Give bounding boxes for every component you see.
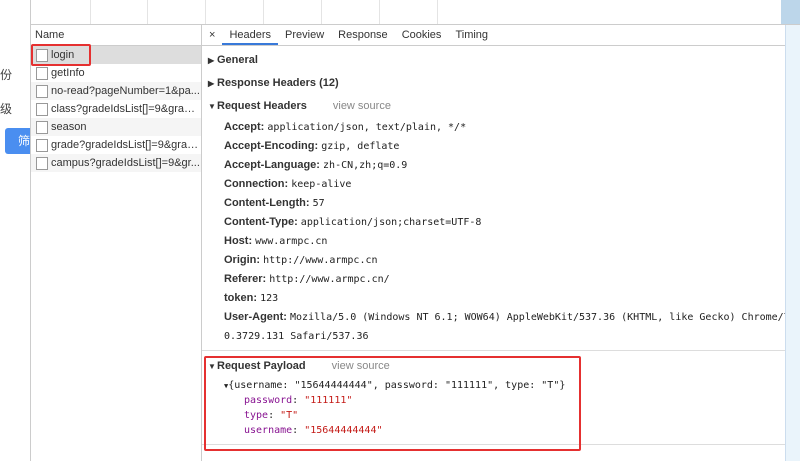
- section-title: Response Headers (12): [217, 77, 339, 89]
- tab-preview[interactable]: Preview: [278, 25, 331, 45]
- header-value: http://www.armpc.cn: [263, 255, 378, 266]
- highlight-box: [204, 356, 581, 451]
- section-response-headers[interactable]: ▶ Response Headers (12): [202, 72, 785, 95]
- file-icon: [36, 85, 48, 98]
- header-key: Referer:: [224, 273, 267, 285]
- file-icon: [36, 157, 48, 170]
- triangle-right-icon: ▶: [208, 79, 215, 88]
- page-label: 级: [0, 102, 13, 116]
- header-value: http://www.armpc.cn/: [269, 274, 390, 285]
- header-key: Host:: [224, 235, 253, 247]
- header-row: Referer: http://www.armpc.cn/: [202, 270, 785, 289]
- header-key: Origin:: [224, 254, 261, 266]
- header-key: Accept:: [224, 121, 265, 133]
- header-value: Mozilla/5.0 (Windows NT 6.1; WOW64) Appl…: [290, 312, 800, 323]
- file-icon: [36, 139, 48, 152]
- scrollbar-top[interactable]: [781, 0, 800, 24]
- header-row: Host: www.armpc.cn: [202, 232, 785, 251]
- request-row[interactable]: getInfo: [31, 64, 201, 82]
- triangle-right-icon: ▶: [208, 56, 215, 65]
- highlight-box: [31, 44, 91, 66]
- header-key: User-Agent:: [224, 311, 287, 323]
- header-row: token: 123: [202, 289, 785, 308]
- header-key: Content-Type:: [224, 216, 298, 228]
- header-value: application/json, text/plain, */*: [267, 122, 467, 133]
- request-list-panel: Name login getInfo no-read?pageNumber=1&pa…: [31, 25, 202, 461]
- request-row[interactable]: class?gradeIdsList[]=9&grade...: [31, 100, 201, 118]
- request-name: grade?gradeIdsList[]=9&grad...: [51, 139, 201, 151]
- request-row[interactable]: campus?gradeIdsList[]=9&gr...: [31, 154, 201, 172]
- file-icon: [36, 103, 48, 116]
- section-general[interactable]: ▶ General: [202, 49, 785, 72]
- header-key: Connection:: [224, 178, 289, 190]
- header-value: 123: [260, 293, 279, 304]
- view-source-link[interactable]: view source: [333, 100, 391, 112]
- filter-button[interactable]: 筛: [5, 128, 30, 154]
- detail-tabs: × Headers Preview Response Cookies Timin…: [202, 25, 785, 46]
- tab-timing[interactable]: Timing: [448, 25, 495, 45]
- tab-headers[interactable]: Headers: [222, 25, 279, 45]
- page-left-strip: 份 级 筛: [0, 0, 31, 461]
- file-icon: [36, 121, 48, 134]
- request-name: no-read?pageNumber=1&pa...: [51, 85, 200, 97]
- request-row[interactable]: grade?gradeIdsList[]=9&grad...: [31, 136, 201, 154]
- request-name: getInfo: [51, 67, 85, 79]
- header-value: 0.3729.131 Safari/537.36: [224, 331, 369, 342]
- scrollbar[interactable]: [785, 25, 800, 461]
- header-row: Content-Type: application/json;charset=U…: [202, 213, 785, 232]
- page-label: 份: [0, 68, 13, 82]
- section-request-headers[interactable]: ▼Request Headers view source: [202, 95, 785, 118]
- header-row: Origin: http://www.armpc.cn: [202, 251, 785, 270]
- section-title: General: [217, 54, 258, 66]
- header-row: Connection: keep-alive: [202, 175, 785, 194]
- header-value: www.armpc.cn: [255, 236, 328, 247]
- triangle-down-icon: ▼: [208, 102, 216, 111]
- tab-cookies[interactable]: Cookies: [395, 25, 449, 45]
- name-column-header[interactable]: Name: [31, 25, 201, 46]
- header-row: Accept-Language: zh-CN,zh;q=0.9: [202, 156, 785, 175]
- header-key: Content-Length:: [224, 197, 310, 209]
- header-value: gzip, deflate: [321, 141, 400, 152]
- request-row[interactable]: season: [31, 118, 201, 136]
- header-key: Accept-Language:: [224, 159, 320, 171]
- header-value: keep-alive: [291, 179, 352, 190]
- file-icon: [36, 67, 48, 80]
- header-row: Accept: application/json, text/plain, */…: [202, 118, 785, 137]
- header-value: zh-CN,zh;q=0.9: [323, 160, 408, 171]
- page-top-area: [0, 0, 800, 25]
- header-row: User-Agent: Mozilla/5.0 (Windows NT 6.1;…: [202, 308, 800, 327]
- header-row: Content-Length: 57: [202, 194, 785, 213]
- header-row: 0.3729.131 Safari/537.36: [202, 327, 785, 346]
- section-title: Request Headers: [217, 100, 307, 112]
- tab-response[interactable]: Response: [331, 25, 395, 45]
- request-row[interactable]: no-read?pageNumber=1&pa...: [31, 82, 201, 100]
- header-value: application/json;charset=UTF-8: [300, 217, 482, 228]
- header-key: token:: [224, 292, 257, 304]
- close-icon[interactable]: ×: [202, 25, 222, 45]
- request-name: class?gradeIdsList[]=9&grade...: [51, 103, 201, 115]
- header-key: Accept-Encoding:: [224, 140, 319, 152]
- header-row: Accept-Encoding: gzip, deflate: [202, 137, 785, 156]
- request-name: campus?gradeIdsList[]=9&gr...: [51, 157, 200, 169]
- request-name: season: [51, 121, 87, 133]
- header-value: 57: [312, 198, 325, 209]
